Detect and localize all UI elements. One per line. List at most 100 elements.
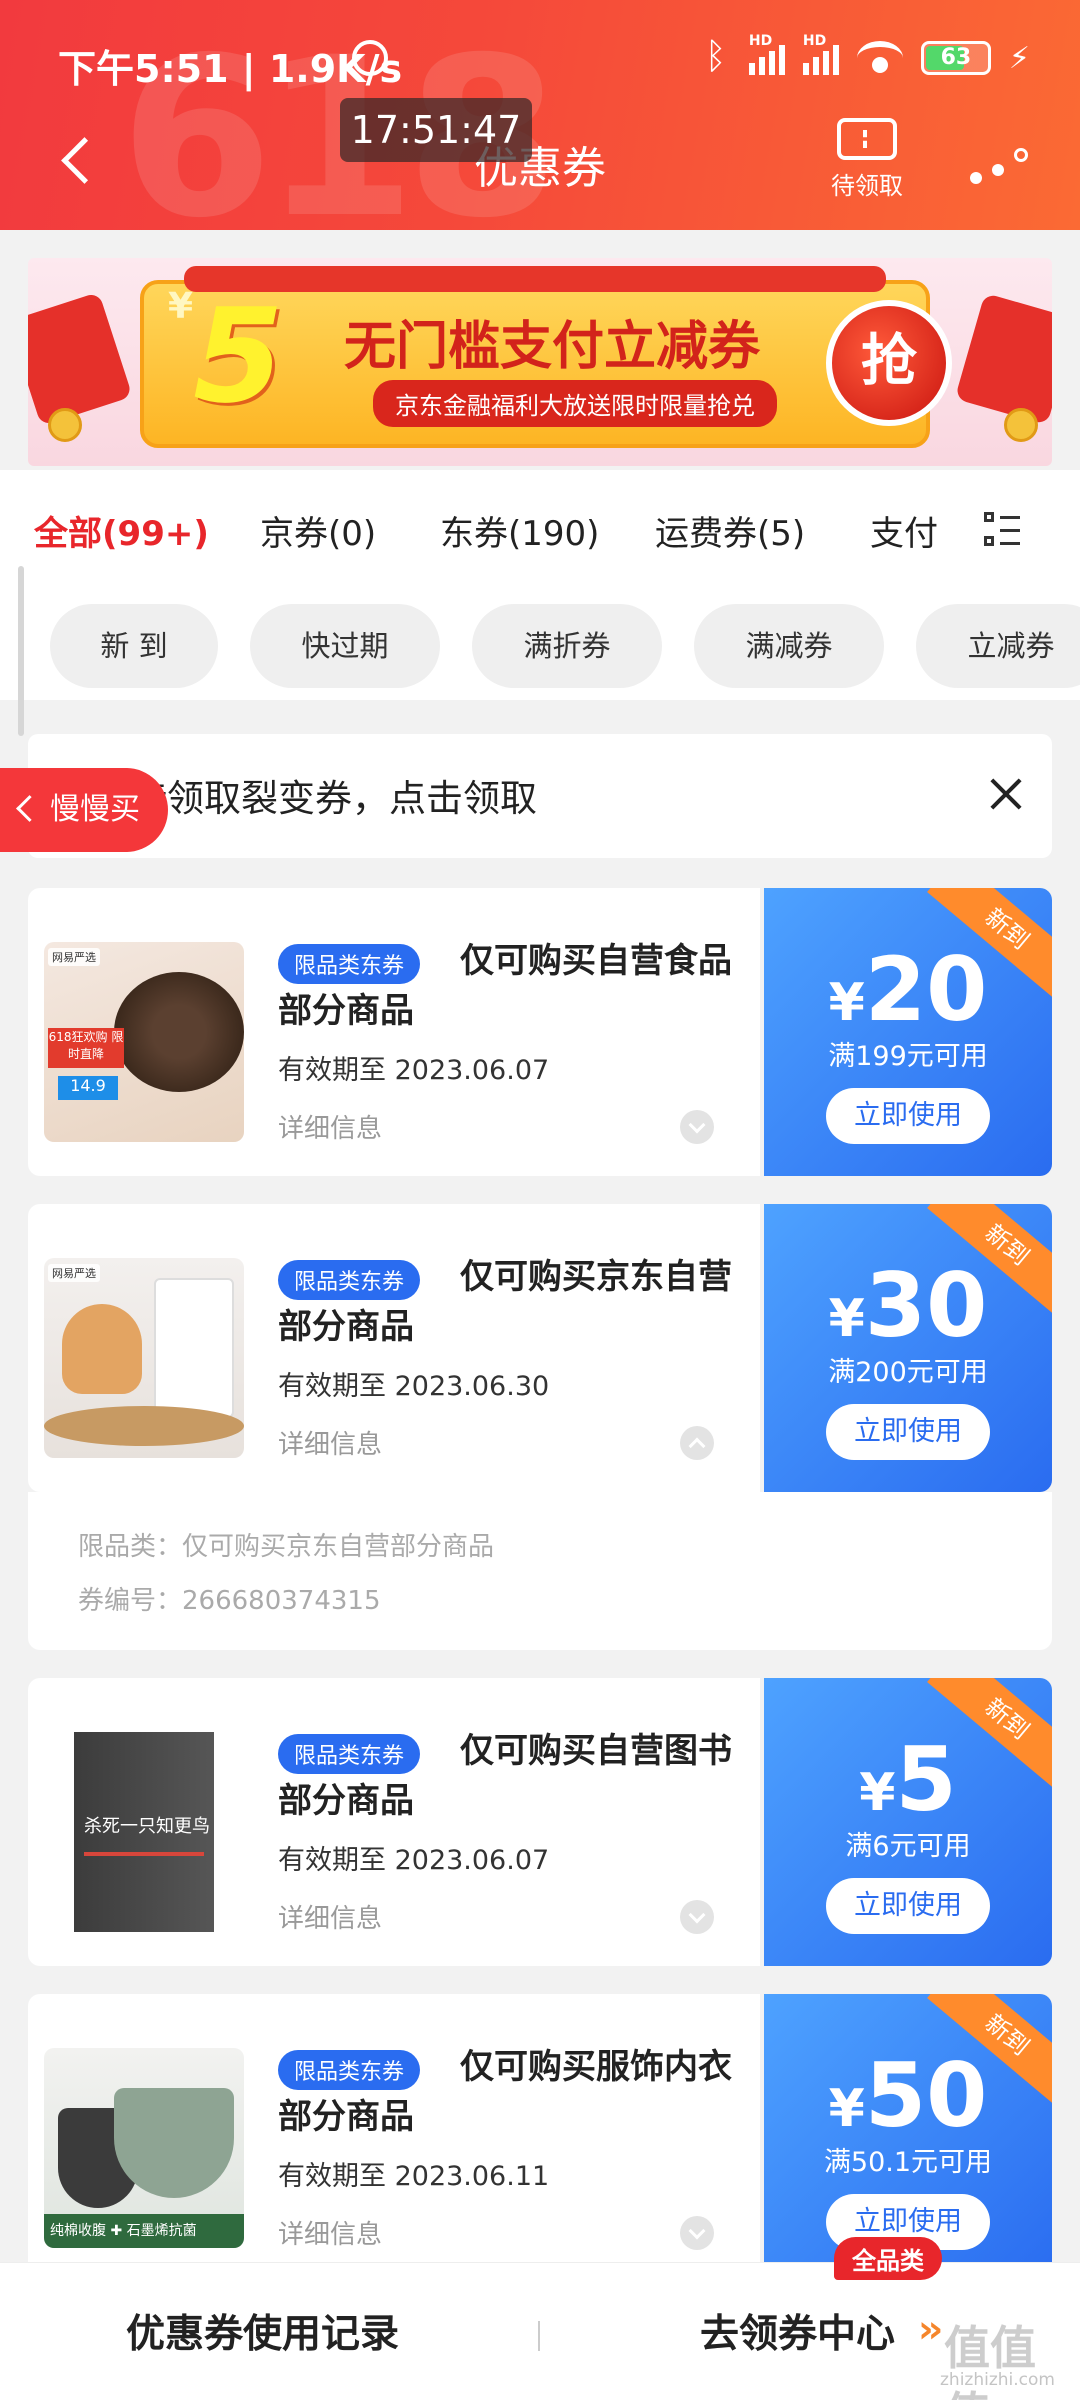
tab-all[interactable]: 全部(99+) <box>34 506 209 555</box>
use-now-button[interactable]: 立即使用 <box>826 1404 990 1460</box>
coupon-value: ¥30 <box>828 1254 988 1357</box>
divider <box>538 2321 540 2351</box>
coupon-condition: 满50.1元可用 <box>823 2147 993 2178</box>
coupon-card: 杀死一只知更鸟 仅可购买自营图书部分商品 限品类东券 有效期至 2023.06.… <box>28 1678 1052 1966</box>
chip-new[interactable]: 新 到 <box>50 604 218 688</box>
cat-image <box>62 1304 142 1394</box>
grab-button[interactable]: 抢 <box>826 300 952 426</box>
bluetooth-icon <box>705 36 731 77</box>
product-thumbnail[interactable]: 网易严选 <box>44 1258 244 1458</box>
coupon-value-panel: 新到 ¥30 满200元可用 立即使用 <box>764 1204 1052 1492</box>
more-dot-icon <box>970 172 982 184</box>
all-category-badge: 全品类 <box>834 2237 942 2280</box>
chevron-up-icon[interactable] <box>680 1426 714 1460</box>
site-watermark-url: zhizhizhi.com <box>940 2370 1055 2390</box>
header: 618 下午5:51 | 1.9K/s HD HD 63 ⚡ 优惠券 待领取 <box>0 0 1080 230</box>
coupon-center-button[interactable]: 去领券中心 <box>700 2303 895 2359</box>
red-envelope-icon <box>954 292 1052 426</box>
slow-buy-floating-button[interactable]: 慢慢买 <box>0 768 168 852</box>
chip-threshold-off[interactable]: 满减券 <box>694 604 884 688</box>
coin-icon <box>1004 408 1038 442</box>
coupon-info: 纯棉收腹 ✚ 石墨烯抗菌 仅可购买服饰内衣部分商品 限品类东券 有效期至 202… <box>28 1994 760 2282</box>
use-now-button[interactable]: 立即使用 <box>826 1088 990 1144</box>
detail-link[interactable]: 详细信息 <box>278 1424 382 1461</box>
status-bar: 下午5:51 | 1.9K/s HD HD 63 ⚡ <box>0 0 1080 120</box>
brand-label: 网易严选 <box>48 1264 100 1282</box>
more-menu-button[interactable] <box>970 148 1030 188</box>
ticket-icon <box>837 118 897 160</box>
chevron-down-icon[interactable] <box>680 1110 714 1144</box>
coupon-condition: 满6元可用 <box>845 1831 971 1862</box>
double-chevron-icon: ›› <box>918 2307 943 2351</box>
coupon-value: ¥20 <box>828 938 988 1041</box>
coupon-tag: 限品类东券 <box>278 944 421 984</box>
banner-amount-value: 5 <box>193 280 284 432</box>
product-thumbnail[interactable]: 网易严选 618狂欢购 限时直降 14.9 <box>44 942 244 1142</box>
coupon-tag: 限品类东券 <box>278 2050 421 2090</box>
coupon-value: ¥50 <box>828 2044 988 2147</box>
status-time: 下午5:51 | 1.9K/s <box>58 47 403 91</box>
coupon-type-tabs: 全部(99+) 京券(0) 东券(190) 运费券(5) 支付 <box>0 470 1080 590</box>
chip-discount[interactable]: 满折券 <box>472 604 662 688</box>
coupon-number-detail: 券编号：266680374315 <box>78 1586 381 1616</box>
coupon-condition: 满200元可用 <box>828 1357 988 1388</box>
red-envelope-icon <box>28 291 133 427</box>
price-label: 14.9 <box>58 1076 118 1100</box>
coupon-card: 网易严选 仅可购买京东自营部分商品 限品类东券 有效期至 2023.06.30 … <box>28 1204 1052 1492</box>
promo-label: 618狂欢购 限时直降 <box>48 1028 124 1068</box>
coupon-validity: 有效期至 2023.06.11 <box>278 2161 550 2192</box>
detail-link[interactable]: 详细信息 <box>278 2214 382 2251</box>
coupon-validity: 有效期至 2023.06.07 <box>278 1055 550 1086</box>
promo-banner[interactable]: ¥5 无门槛支付立减券 京东金融福利大放送限时限量抢兑 抢 <box>28 258 1052 466</box>
coupon-tag: 限品类东券 <box>278 1260 421 1300</box>
banner-subtitle: 京东金融福利大放送限时限量抢兑 <box>373 380 777 427</box>
chip-expiring[interactable]: 快过期 <box>250 604 440 688</box>
food-image <box>114 972 244 1092</box>
list-toggle-icon[interactable] <box>984 512 1020 548</box>
coupon-validity: 有效期至 2023.06.07 <box>278 1845 550 1876</box>
chevron-down-icon[interactable] <box>680 2216 714 2250</box>
tab-payment[interactable]: 支付 <box>870 506 938 555</box>
chevron-down-icon[interactable] <box>680 1900 714 1934</box>
product-thumbnail[interactable]: 杀死一只知更鸟 <box>44 1732 244 1932</box>
scroll-indicator <box>18 566 24 736</box>
charging-icon: ⚡ <box>1008 40 1030 76</box>
coupon-details-panel: 限品类：仅可购买京东自营部分商品 券编号：266680374315 <box>28 1492 1052 1650</box>
detail-link[interactable]: 详细信息 <box>278 1898 382 1935</box>
underwear-image <box>114 2088 234 2198</box>
signal-icon: HD <box>748 33 785 75</box>
more-dot-icon <box>992 164 1004 176</box>
coin-icon <box>48 408 82 442</box>
bottom-bar: 优惠券使用记录 去领券中心 ›› 全品类 <box>0 2237 1080 2400</box>
page-title: 优惠券 <box>474 143 606 194</box>
clock-overlay: 17:51:47 <box>340 98 532 162</box>
chip-instant-off[interactable]: 立减券 <box>916 604 1080 688</box>
bowl-image <box>44 1406 244 1446</box>
detail-link[interactable]: 详细信息 <box>278 1108 382 1145</box>
battery-level: 63 <box>940 45 972 70</box>
coupon-value: ¥5 <box>859 1728 957 1831</box>
fission-coupon-notice[interactable]: 你有待领取裂变券，点击领取 <box>28 734 1052 858</box>
tab-jing-coupon[interactable]: 京券(0) <box>260 506 376 555</box>
hd-label: HD <box>748 33 773 49</box>
coupon-info: 网易严选 618狂欢购 限时直降 14.9 仅可购买自营食品部分商品 限品类东券… <box>28 888 760 1176</box>
banner-amount: ¥5 <box>168 286 284 426</box>
food-bag-image <box>154 1278 234 1418</box>
tab-shipping-coupon[interactable]: 运费券(5) <box>655 506 805 555</box>
usage-records-button[interactable]: 优惠券使用记录 <box>126 2303 399 2359</box>
battery-icon: 63 <box>920 41 991 75</box>
coupon-value-panel: 新到 ¥5 满6元可用 立即使用 <box>764 1678 1052 1966</box>
use-now-button[interactable]: 立即使用 <box>826 1878 990 1934</box>
banner-currency: ¥ <box>168 286 194 327</box>
brand-label: 网易严选 <box>48 948 100 966</box>
coupon-validity: 有效期至 2023.06.30 <box>278 1371 550 1402</box>
coupon-info: 杀死一只知更鸟 仅可购买自营图书部分商品 限品类东券 有效期至 2023.06.… <box>28 1678 760 1966</box>
product-thumbnail[interactable]: 纯棉收腹 ✚ 石墨烯抗菌 <box>44 2048 244 2248</box>
alarm-icon <box>352 40 388 76</box>
status-icons: HD HD 63 ⚡ <box>705 33 1030 77</box>
more-dot-icon <box>1014 148 1028 162</box>
tab-dong-coupon[interactable]: 东券(190) <box>440 506 599 555</box>
coupon-value-panel: 新到 ¥20 满199元可用 立即使用 <box>764 888 1052 1176</box>
pending-coupons-button[interactable]: 待领取 <box>822 118 912 201</box>
close-icon[interactable] <box>984 772 1028 816</box>
